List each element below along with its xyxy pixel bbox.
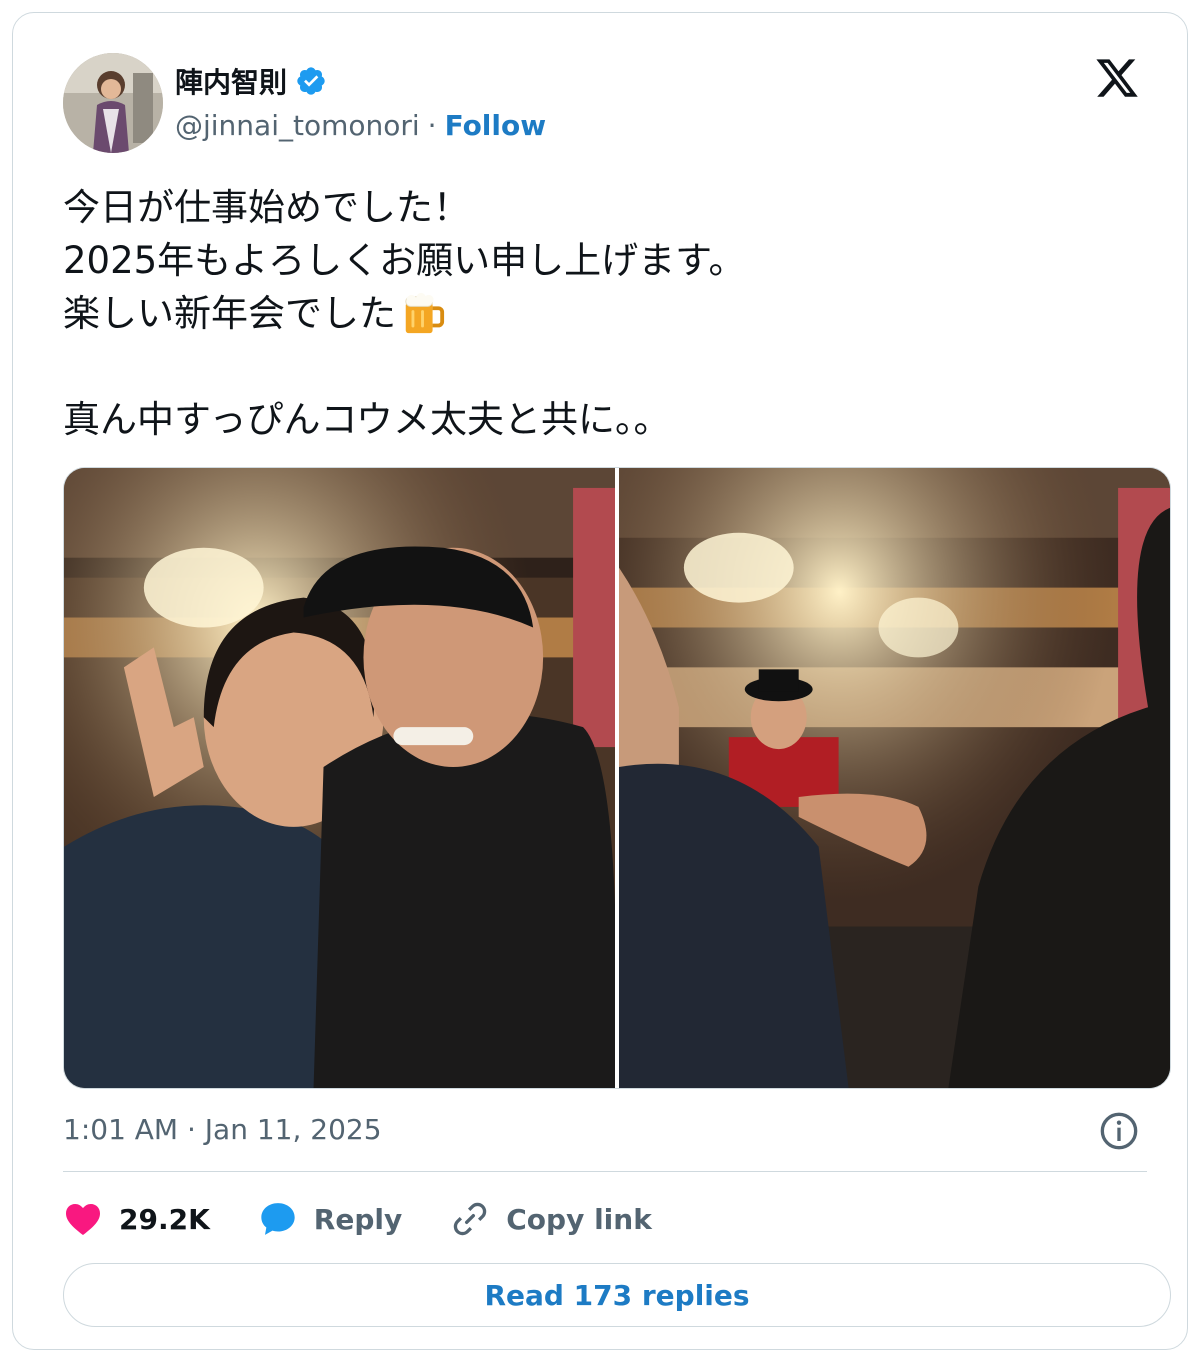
link-icon	[454, 1202, 487, 1236]
beer-mug-icon	[405, 292, 445, 333]
divider	[63, 1171, 1147, 1172]
separator-dot: ·	[427, 109, 437, 142]
reply-button[interactable]: Reply	[258, 1199, 402, 1239]
x-logo-icon[interactable]	[1093, 55, 1141, 101]
tweet-photo-2[interactable]	[619, 468, 1170, 1088]
tweet-timestamp[interactable]: 1:01 AM · Jan 11, 2025	[63, 1113, 382, 1146]
photo-2-image	[619, 468, 1170, 1088]
heart-icon	[66, 1204, 100, 1235]
info-icon[interactable]	[1099, 1111, 1139, 1151]
like-button[interactable]: 29.2K	[63, 1199, 210, 1239]
tweet-media-grid	[63, 467, 1171, 1089]
author-handle-row: @jinnai_tomonori · Follow	[175, 109, 546, 142]
tweet-line-4	[63, 340, 745, 393]
verified-badge-icon	[297, 67, 325, 95]
avatar-image	[63, 53, 163, 153]
tweet-line-5: 真ん中すっぴんコウメ太夫と共に。。	[63, 398, 671, 441]
tweet-line-3-text: 楽しい新年会でした	[63, 292, 396, 335]
tweet-line-3: 楽しい新年会でした	[63, 287, 745, 340]
author-display-name[interactable]: 陣内智則	[175, 61, 287, 101]
tweet-card: 陣内智則 @jinnai_tomonori · Follow 今日が仕事始めでし…	[12, 12, 1188, 1350]
author-avatar[interactable]	[63, 53, 163, 153]
reply-label: Reply	[313, 1202, 403, 1236]
read-replies-button[interactable]: Read 173 replies	[63, 1263, 1171, 1327]
author-handle[interactable]: @jinnai_tomonori	[175, 109, 420, 142]
copy-link-button[interactable]: Copy link	[450, 1199, 652, 1239]
like-count: 29.2K	[119, 1202, 210, 1236]
follow-button[interactable]: Follow	[445, 109, 547, 142]
author-name-row: 陣内智則	[175, 61, 327, 101]
tweet-actions: 29.2K Reply Copy link	[63, 1191, 700, 1247]
tweet-line-1: 今日が仕事始めでした！	[63, 186, 470, 229]
tweet-photo-1[interactable]	[64, 468, 615, 1088]
copy-link-label: Copy link	[506, 1202, 652, 1236]
photo-1-image	[64, 468, 615, 1088]
tweet-line-2: 2025年もよろしくお願い申し上げます。	[63, 239, 746, 282]
tweet-text: 今日が仕事始めでした！ 2025年もよろしくお願い申し上げます。 楽しい新年会で…	[63, 181, 745, 446]
speech-bubble-icon	[261, 1203, 295, 1235]
